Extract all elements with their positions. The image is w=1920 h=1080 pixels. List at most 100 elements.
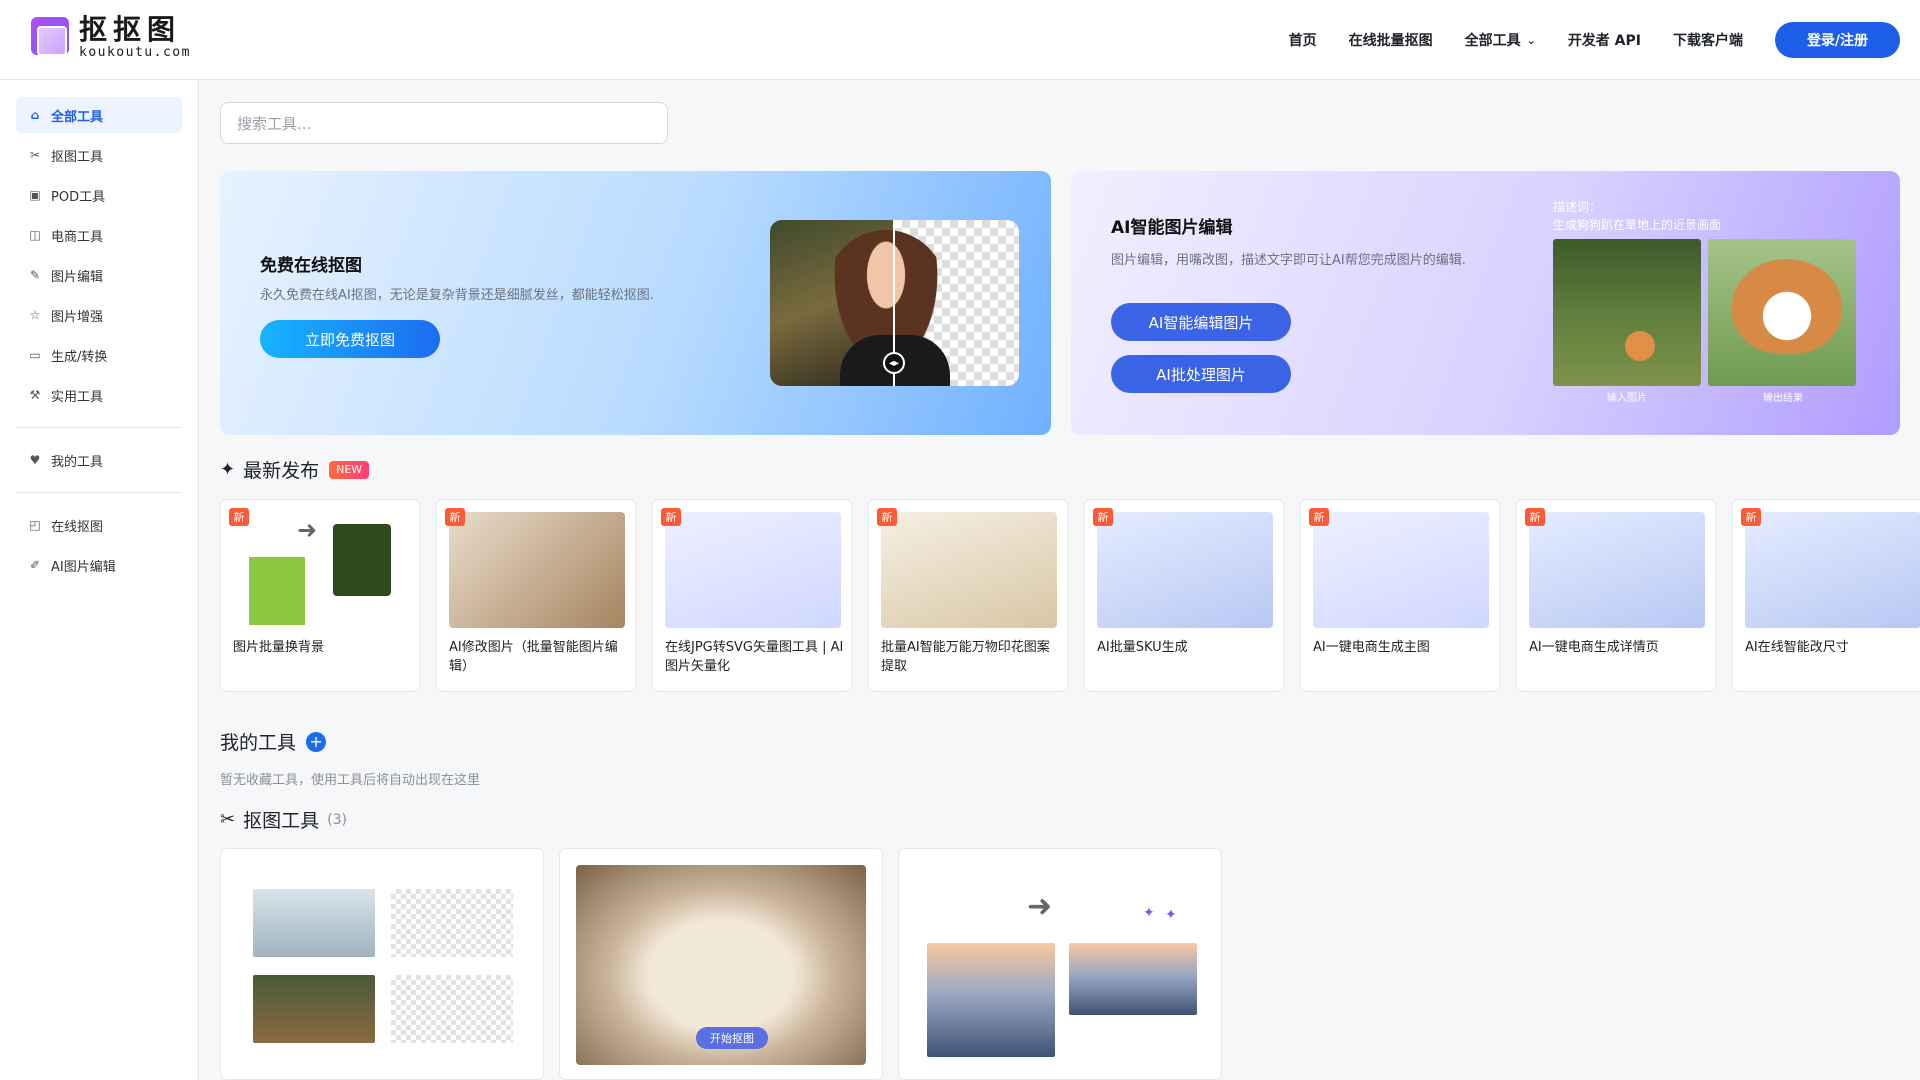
- logo-domain: koukoutu.com: [79, 45, 191, 60]
- tool-card[interactable]: 新 AI在线智能改尺寸: [1732, 499, 1920, 692]
- logo[interactable]: 抠抠图 koukoutu.com: [31, 15, 191, 61]
- arrow-icon: ➜: [1027, 889, 1053, 924]
- add-tool-button[interactable]: +: [306, 731, 327, 752]
- home-icon: ⌂: [30, 108, 40, 122]
- edit-box-icon: ✐: [29, 558, 41, 572]
- sidebar-item-generate-convert[interactable]: ▭ 生成/转换: [16, 337, 182, 373]
- my-tools-section-title: 我的工具 +: [220, 728, 327, 755]
- tool-name: AI一键电商生成详情页: [1529, 640, 1659, 655]
- before-after-image[interactable]: ◂▸: [770, 220, 1019, 386]
- tool-card[interactable]: 新 批量AI智能万能万物印花图案提取: [868, 499, 1068, 692]
- nav-all-tools[interactable]: 全部工具 ⌄: [1465, 30, 1536, 50]
- sidebar-item-label: 实用工具: [51, 389, 104, 405]
- new-badge: 新: [445, 508, 465, 526]
- tool-card[interactable]: 新 AI一键电商生成主图: [1300, 499, 1500, 692]
- scissors-icon: ✂: [29, 148, 41, 162]
- output-image: [1708, 239, 1856, 386]
- sidebar-item-label: 生成/转换: [51, 349, 108, 365]
- example-image: [391, 889, 513, 957]
- sidebar-item-image-edit[interactable]: ✎ 图片编辑: [16, 257, 182, 293]
- example-image: [253, 975, 375, 1043]
- tool-name: AI在线智能改尺寸: [1745, 640, 1849, 655]
- star-icon: ☆: [29, 308, 41, 322]
- sidebar-item-label: 我的工具: [51, 454, 104, 470]
- pencil-icon: ✎: [29, 268, 41, 282]
- tool-thumbnail: [449, 512, 625, 628]
- compare-slider-icon[interactable]: ◂▸: [883, 352, 905, 374]
- nav-developer-api[interactable]: 开发者 API: [1568, 30, 1641, 50]
- sidebar-item-image-enhance[interactable]: ☆ 图片增强: [16, 297, 182, 333]
- cutout-tool-card[interactable]: [220, 848, 544, 1080]
- sidebar-item-label: 在线抠图: [51, 519, 104, 535]
- bag-icon: ◫: [29, 228, 41, 242]
- sidebar-item-ecommerce-tools[interactable]: ◫ 电商工具: [16, 217, 182, 253]
- new-tag: NEW: [329, 460, 370, 479]
- new-badge: 新: [661, 508, 681, 526]
- sparkle-icon: ✦: [1165, 907, 1177, 923]
- sidebar-item-label: 图片编辑: [51, 269, 104, 285]
- heart-icon: ♥: [29, 453, 41, 467]
- cutout-section-title: ✂ 抠图工具 (3): [220, 806, 347, 833]
- input-image: [1553, 239, 1701, 386]
- top-header: 抠抠图 koukoutu.com 首页 在线批量抠图 全部工具 ⌄ 开发者 API…: [0, 0, 1920, 80]
- sidebar-item-ai-image-edit[interactable]: ✐ AI图片编辑: [16, 547, 182, 583]
- banner-title: 免费在线抠图: [260, 256, 362, 276]
- tool-thumbnail: [1097, 512, 1273, 628]
- tool-name: 批量AI智能万能万物印花图案提取: [881, 640, 1050, 674]
- tool-thumbnail: [1745, 512, 1920, 628]
- new-badge: 新: [1309, 508, 1329, 526]
- nav-all-tools-label: 全部工具: [1464, 33, 1521, 49]
- tool-card[interactable]: 新 AI批量SKU生成: [1084, 499, 1284, 692]
- start-cutout-button[interactable]: 开始抠图: [696, 1027, 768, 1049]
- sidebar-item-cutout-tools[interactable]: ✂ 抠图工具: [16, 137, 182, 173]
- tool-thumbnail: [881, 512, 1057, 628]
- nav-batch-cutout[interactable]: 在线批量抠图: [1349, 30, 1433, 50]
- sidebar-item-pod-tools[interactable]: ▣ POD工具: [16, 177, 182, 213]
- example-image: [253, 889, 375, 957]
- sidebar-item-all-tools[interactable]: ⌂ 全部工具: [16, 97, 182, 133]
- sidebar-item-label: AI图片编辑: [51, 559, 116, 575]
- ai-edit-button[interactable]: AI智能编辑图片: [1111, 303, 1291, 341]
- nav-download-client[interactable]: 下载客户端: [1673, 30, 1743, 50]
- sidebar-item-my-tools[interactable]: ♥ 我的工具: [16, 442, 182, 478]
- banner-desc: 图片编辑，用嘴改图，描述文字即可让AI帮您完成图片的编辑.: [1111, 253, 1466, 268]
- monitor-icon: ▭: [29, 348, 41, 362]
- tool-card[interactable]: 新 在线JPG转SVG矢量图工具 | AI图片矢量化: [652, 499, 852, 692]
- sidebar-divider: [16, 492, 182, 493]
- cutout-tool-card[interactable]: 开始抠图: [559, 848, 883, 1080]
- prompt-label: 描述词：: [1553, 200, 1602, 214]
- sidebar: ⌂ 全部工具 ✂ 抠图工具 ▣ POD工具 ◫ 电商工具 ✎ 图片编辑 ☆ 图片增强 ▭ 生成…: [0, 80, 199, 1080]
- example-image: [927, 943, 1055, 1057]
- output-caption: 输出结果: [1763, 393, 1803, 404]
- search-input[interactable]: 搜索工具...: [220, 102, 668, 144]
- sidebar-item-label: 抠图工具: [51, 149, 104, 165]
- login-button[interactable]: 登录/注册: [1775, 22, 1900, 58]
- tool-card[interactable]: 新 AI修改图片（批量智能图片编辑）: [436, 499, 636, 692]
- example-image: 开始抠图: [576, 865, 866, 1065]
- cutout-tool-card[interactable]: ➜ ✦ ✦: [898, 848, 1222, 1080]
- wrench-icon: ⚒: [29, 388, 41, 402]
- nav-home[interactable]: 首页: [1289, 30, 1317, 50]
- free-cutout-button[interactable]: 立即免费抠图: [260, 320, 440, 358]
- cutout-count: (3): [327, 811, 347, 828]
- tool-card[interactable]: 新 ➜ 图片批量换背景: [220, 499, 420, 692]
- tool-thumbnail: [1529, 512, 1705, 628]
- sidebar-item-utilities[interactable]: ⚒ 实用工具: [16, 377, 182, 413]
- tool-name: 图片批量换背景: [233, 640, 325, 655]
- image-frame-icon: ◰: [29, 518, 41, 532]
- latest-tools-row: 新 ➜ 图片批量换背景 新 AI修改图片（批量智能图片编辑） 新 在线JPG转S…: [220, 499, 1920, 693]
- sidebar-item-label: 全部工具: [51, 109, 104, 125]
- my-tools-title: 我的工具: [220, 732, 297, 754]
- logo-mark-icon: [31, 17, 71, 59]
- cutout-title: 抠图工具: [243, 810, 320, 832]
- logo-name: 抠抠图: [79, 13, 182, 46]
- tool-card[interactable]: 新 AI一键电商生成详情页: [1516, 499, 1716, 692]
- sparkle-icon: ✦: [220, 459, 236, 480]
- new-badge: 新: [877, 508, 897, 526]
- sidebar-item-online-cutout[interactable]: ◰ 在线抠图: [16, 507, 182, 543]
- new-badge: 新: [1741, 508, 1761, 526]
- tool-thumbnail: ➜: [233, 512, 409, 628]
- latest-title: 最新发布: [243, 460, 320, 482]
- ai-batch-button[interactable]: AI批处理图片: [1111, 355, 1291, 393]
- latest-section-title: ✦ 最新发布 NEW: [220, 456, 370, 483]
